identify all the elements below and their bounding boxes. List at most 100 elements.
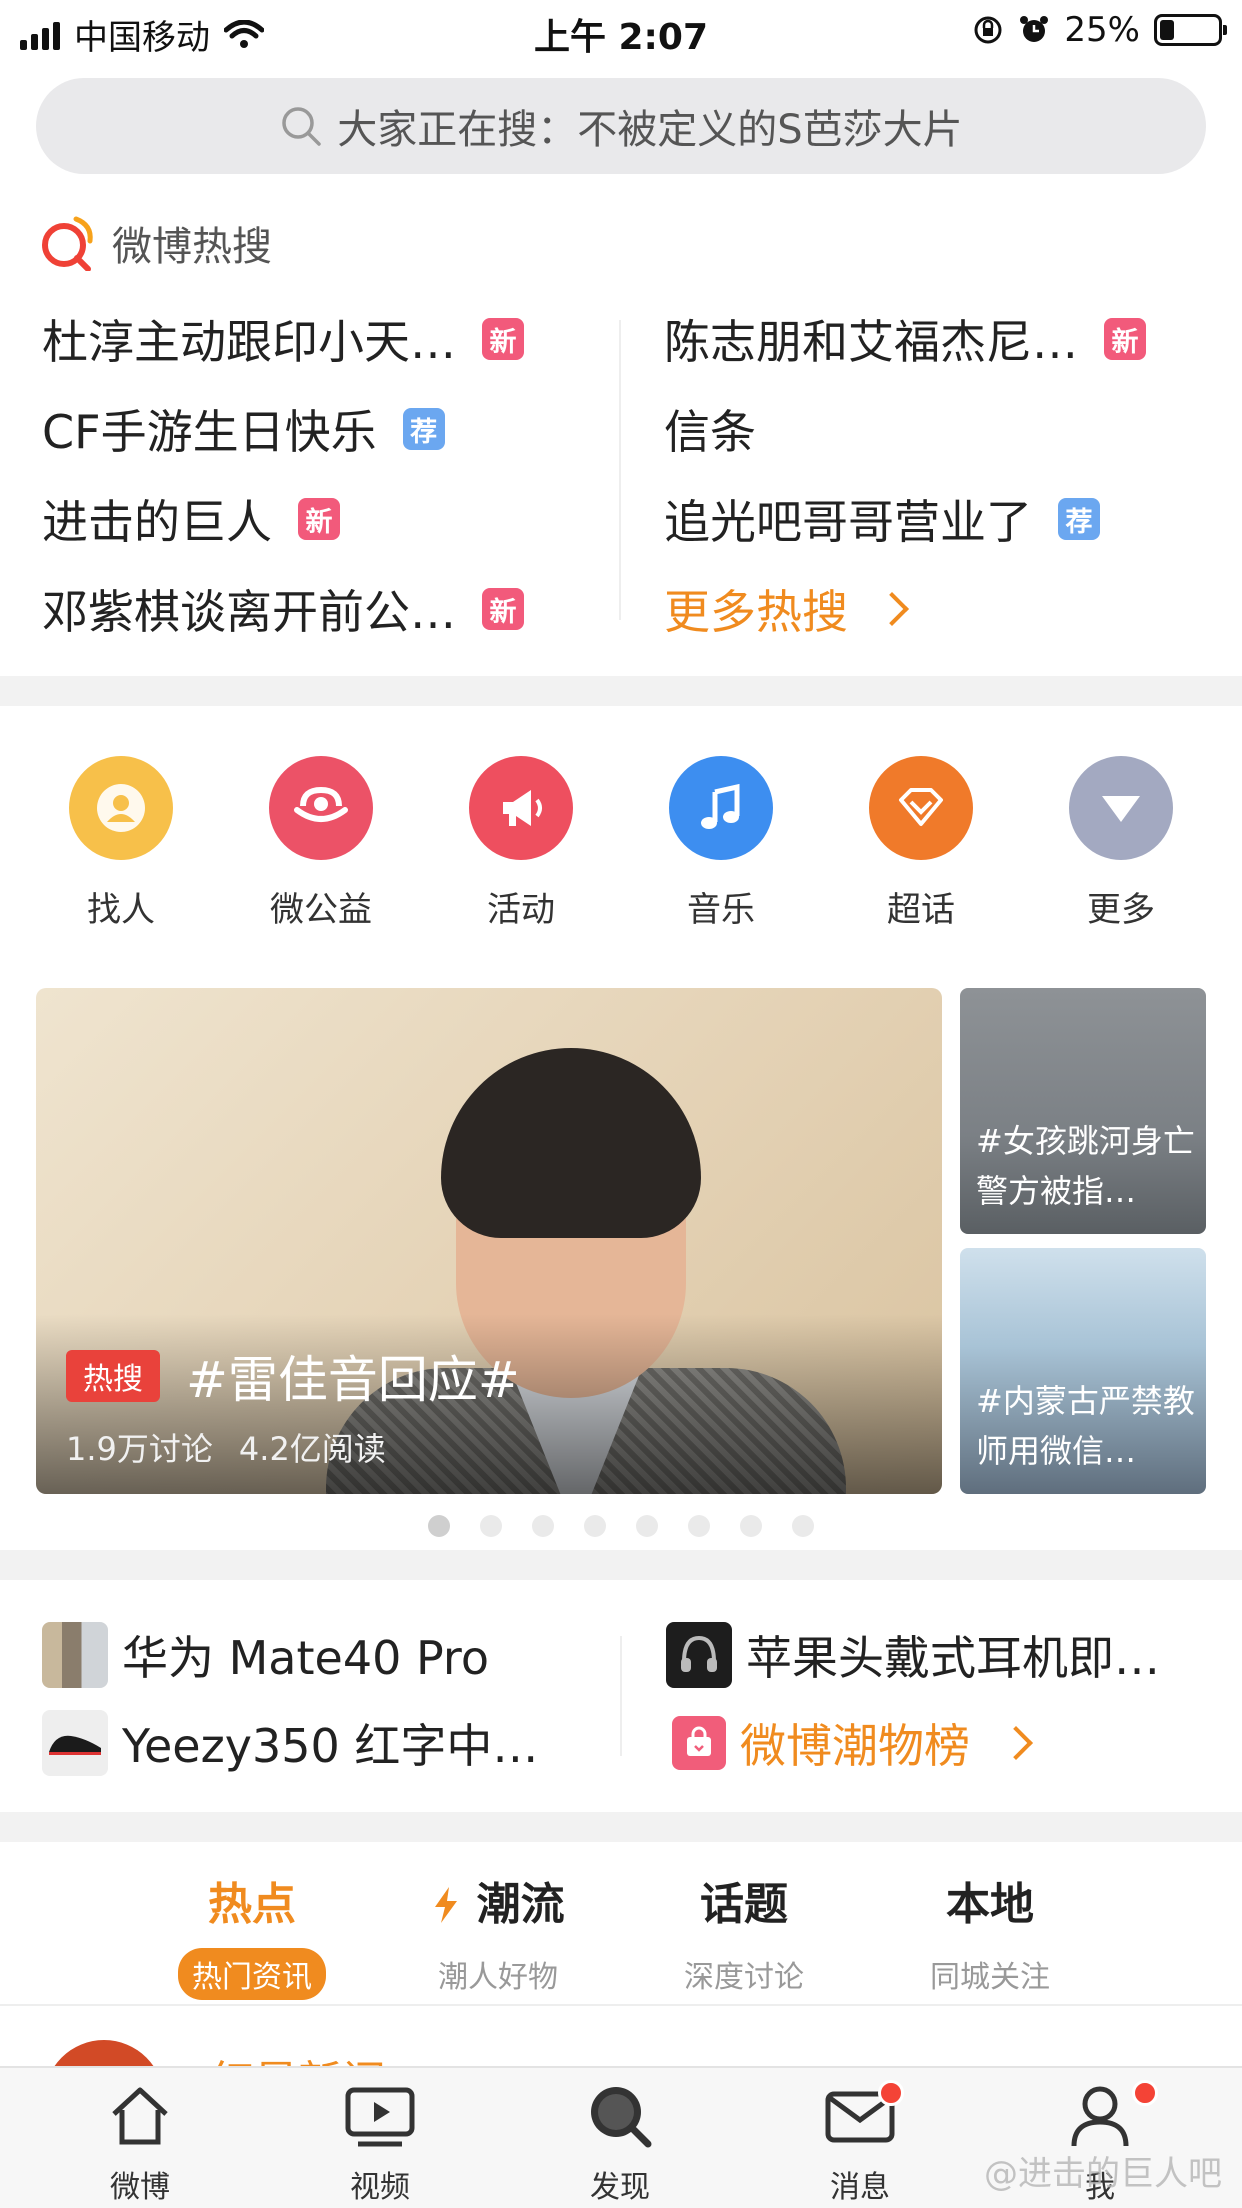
- carousel-dot: [480, 1515, 502, 1537]
- hot-search-logo-icon: [42, 216, 93, 271]
- shortcut-more[interactable]: 更多: [1041, 756, 1201, 931]
- carousel-dot: [428, 1515, 450, 1537]
- notification-dot: [1132, 2080, 1158, 2106]
- product-name: 苹果头戴式耳机即…: [746, 1631, 1160, 1685]
- carousel-indicator: [0, 1515, 1242, 1537]
- notification-dot: [878, 2080, 904, 2106]
- status-bar: 中国移动 上午 2:07 25%: [0, 0, 1242, 66]
- tab-divider: [0, 2004, 1242, 2006]
- nav-home[interactable]: 微博: [60, 2082, 220, 2206]
- side-card-caption: #女孩跳河身亡警方被指…: [976, 1122, 1195, 1210]
- carousel-dot: [792, 1515, 814, 1537]
- tab-local[interactable]: 本地 同城关注: [870, 1868, 1110, 2000]
- person-icon: [69, 756, 173, 860]
- nav-discover[interactable]: 发现: [540, 2082, 700, 2206]
- hot-item[interactable]: 信条: [664, 394, 756, 464]
- chevron-right-icon: [999, 1726, 1033, 1760]
- carousel-dot: [636, 1515, 658, 1537]
- hot-item[interactable]: 陈志朋和艾福杰尼… 新: [664, 304, 1146, 374]
- alarm-icon: [1020, 16, 1049, 42]
- new-tag: 新: [1104, 318, 1146, 360]
- tab-subtitle: 热门资讯: [178, 1948, 326, 2000]
- shortcut-label: 找人: [87, 890, 155, 930]
- product-item[interactable]: Yeezy350 红字中…: [42, 1708, 538, 1778]
- carousel-dot: [740, 1515, 762, 1537]
- hot-item-text: 信条: [664, 405, 756, 459]
- home-icon: [112, 2087, 168, 2145]
- carousel-dot: [584, 1515, 606, 1537]
- shortcut-super-topic[interactable]: 超话: [841, 756, 1001, 931]
- hot-search-divider: [619, 320, 621, 620]
- shortcut-label: 更多: [1087, 890, 1155, 930]
- tab-title-row: 潮流: [378, 1868, 618, 1932]
- product-item[interactable]: 华为 Mate40 Pro: [42, 1620, 489, 1690]
- product-thumbnail: [666, 1622, 732, 1688]
- section-gap: [0, 1812, 1242, 1842]
- search-icon: [282, 107, 322, 146]
- music-icon: [669, 756, 773, 860]
- tab-title: 潮流: [476, 1879, 565, 1930]
- trend-chart-link[interactable]: 微博潮物榜: [672, 1708, 1033, 1778]
- hot-item-text: 追光吧哥哥营业了: [664, 495, 1032, 549]
- tab-trend[interactable]: 潮流 潮人好物: [378, 1868, 618, 2000]
- more-hot-search-label: 更多热搜: [664, 585, 848, 639]
- product-name: Yeezy350 红字中…: [122, 1719, 539, 1773]
- recommend-tag: 荐: [1058, 498, 1100, 540]
- battery-percent: 25%: [1064, 10, 1140, 50]
- hot-item[interactable]: 进击的巨人 新: [42, 484, 340, 554]
- orientation-lock-icon: [974, 16, 1002, 44]
- shortcut-charity[interactable]: 微公益: [241, 756, 401, 931]
- shortcut-label: 活动: [487, 890, 555, 930]
- discussion-count: 1.9万讨论: [66, 1430, 213, 1468]
- product-thumbnail: [42, 1710, 108, 1776]
- hot-item-text: 进击的巨人: [42, 495, 272, 549]
- banner-stats: 1.9万讨论 4.2亿阅读: [66, 1424, 386, 1470]
- hot-item-text: 杜淳主动跟印小天…: [42, 315, 456, 369]
- side-news-card[interactable]: #女孩跳河身亡警方被指…: [960, 988, 1206, 1234]
- shortcut-activity[interactable]: 活动: [441, 756, 601, 931]
- search-bar[interactable]: 大家正在搜：不被定义的S芭莎大片: [36, 78, 1206, 174]
- charity-icon: [269, 756, 373, 860]
- nav-label: 发现: [590, 2170, 650, 2205]
- section-gap: [0, 1550, 1242, 1580]
- shopping-bag-icon: [672, 1716, 726, 1770]
- shortcut-label: 超话: [887, 890, 955, 930]
- shortcut-label: 微公益: [270, 890, 372, 930]
- hot-search-header[interactable]: 微博热搜: [40, 214, 272, 272]
- tab-hot[interactable]: 热点 热门资讯: [132, 1868, 372, 2000]
- hot-banner[interactable]: 热搜 #雷佳音回应# 1.9万讨论 4.2亿阅读: [36, 988, 942, 1494]
- nav-messages[interactable]: 消息: [780, 2080, 940, 2206]
- nav-label: 微博: [110, 2170, 170, 2205]
- tab-title: 本地: [946, 1879, 1034, 1930]
- side-news-card[interactable]: #内蒙古严禁教师用微信…: [960, 1248, 1206, 1494]
- hot-search-list: 杜淳主动跟印小天… 新 CF手游生日快乐 荐 进击的巨人 新 邓紫棋谈离开前公……: [42, 300, 1202, 640]
- hot-item[interactable]: 杜淳主动跟印小天… 新: [42, 304, 524, 374]
- section-gap: [0, 676, 1242, 706]
- nav-video[interactable]: 视频: [300, 2082, 460, 2206]
- new-tag: 新: [482, 588, 524, 630]
- watermark: @进击的巨人吧: [984, 2154, 1222, 2194]
- product-item[interactable]: 苹果头戴式耳机即…: [666, 1620, 1160, 1690]
- lightning-icon: [435, 1887, 458, 1923]
- shortcut-find-people[interactable]: 找人: [41, 756, 201, 931]
- tab-title: 话题: [700, 1879, 788, 1930]
- shortcut-music[interactable]: 音乐: [641, 756, 801, 931]
- hot-item[interactable]: CF手游生日快乐 荐: [42, 394, 445, 464]
- more-down-icon: [1069, 756, 1173, 860]
- nav-label: 消息: [830, 2170, 890, 2205]
- video-icon: [345, 2087, 415, 2147]
- hot-item[interactable]: 追光吧哥哥营业了 荐: [664, 484, 1100, 554]
- carousel-dot: [532, 1515, 554, 1537]
- shortcut-label: 音乐: [687, 890, 755, 930]
- side-card-caption: #内蒙古严禁教师用微信…: [976, 1382, 1195, 1470]
- tab-subtitle: 潮人好物: [438, 1960, 558, 1995]
- nav-label: 视频: [350, 2170, 410, 2205]
- diamond-icon: [869, 756, 973, 860]
- tab-subtitle: 深度讨论: [684, 1960, 804, 1995]
- carousel-dot: [688, 1515, 710, 1537]
- hot-item[interactable]: 邓紫棋谈离开前公… 新: [42, 574, 524, 644]
- tab-topic[interactable]: 话题 深度讨论: [624, 1868, 864, 2000]
- hot-item-text: 邓紫棋谈离开前公…: [42, 585, 456, 639]
- product-thumbnail: [42, 1622, 108, 1688]
- more-hot-search-link[interactable]: 更多热搜: [664, 574, 909, 644]
